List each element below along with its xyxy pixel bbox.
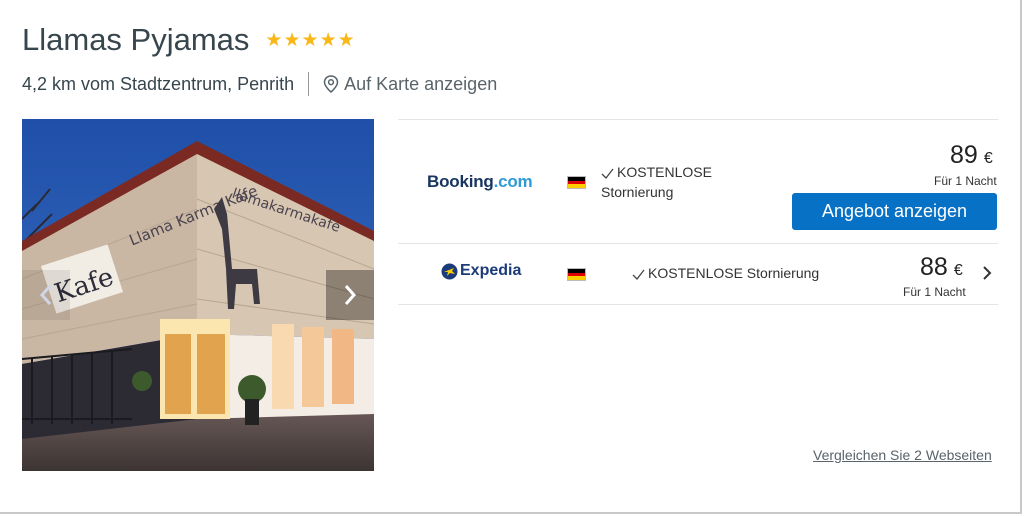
check-icon	[632, 269, 645, 280]
star-rating: ★ ★ ★ ★ ★	[265, 31, 354, 50]
expedia-per-night: Für 1 Nacht	[903, 285, 966, 299]
distance-text: 4,2 km vom Stadtzentrum, Penrith	[22, 73, 295, 94]
divider	[308, 72, 310, 96]
hotel-header: Llamas Pyjamas ★ ★ ★ ★ ★	[22, 22, 355, 58]
expedia-logo-text: Expedia	[460, 262, 522, 279]
star-icon: ★	[283, 29, 301, 51]
expedia-price-value: 88	[920, 253, 948, 281]
chevron-right-icon	[344, 285, 357, 305]
booking-price: 89 €	[950, 141, 993, 170]
chevron-left-icon	[39, 285, 52, 305]
booking-per-night: Für 1 Nacht	[934, 174, 997, 188]
german-flag-icon	[567, 176, 586, 189]
expedia-cancellation: KOSTENLOSE Stornierung	[632, 265, 819, 281]
expedia-logo[interactable]: Expedia	[441, 262, 521, 280]
map-pin-icon	[323, 75, 339, 93]
compare-sites-link[interactable]: Vergleichen Sie 2 Webseiten	[813, 447, 992, 463]
expedia-cancellation-text: KOSTENLOSE Stornierung	[648, 265, 820, 281]
expedia-open-button[interactable]	[982, 265, 992, 286]
booking-logo-main: Booking	[427, 172, 494, 191]
booking-cancellation-line2: Stornierung	[601, 184, 674, 200]
gallery-next-button[interactable]	[326, 270, 374, 320]
location-row: 4,2 km vom Stadtzentrum, Penrith Auf Kar…	[22, 72, 497, 96]
show-on-map-link[interactable]: Auf Karte anzeigen	[323, 74, 497, 95]
check-icon	[601, 168, 614, 179]
expedia-price-currency: €	[953, 262, 963, 279]
deals-top-divider	[398, 119, 998, 120]
booking-cancellation-line1: KOSTENLOSE	[617, 164, 712, 180]
star-icon: ★	[319, 29, 337, 51]
chevron-right-icon	[983, 266, 992, 280]
gallery-prev-button[interactable]	[22, 270, 70, 320]
booking-cancellation: KOSTENLOSE Stornierung	[601, 162, 712, 202]
booking-price-currency: €	[983, 150, 993, 167]
german-flag-icon	[567, 268, 586, 281]
show-on-map-label: Auf Karte anzeigen	[344, 73, 498, 94]
booking-price-value: 89	[950, 141, 978, 169]
view-deal-button[interactable]: Angebot anzeigen	[792, 193, 997, 230]
star-icon: ★	[301, 29, 319, 51]
booking-logo-suffix: .com	[493, 172, 533, 191]
star-icon: ★	[265, 29, 283, 51]
deals-row-divider	[398, 243, 998, 244]
hotel-photo[interactable]: Kafe Llama Karma Kafe llamakarmakafe	[22, 119, 374, 471]
booking-logo[interactable]: Booking.com	[427, 172, 533, 192]
expedia-price: 88 €	[920, 253, 963, 282]
expedia-plane-icon	[441, 263, 458, 279]
hotel-name: Llamas Pyjamas	[22, 22, 250, 57]
deals-bottom-divider	[398, 304, 998, 305]
star-icon: ★	[337, 29, 355, 51]
hotel-photo-illustration: Kafe Llama Karma Kafe llamakarmakafe	[22, 119, 374, 471]
